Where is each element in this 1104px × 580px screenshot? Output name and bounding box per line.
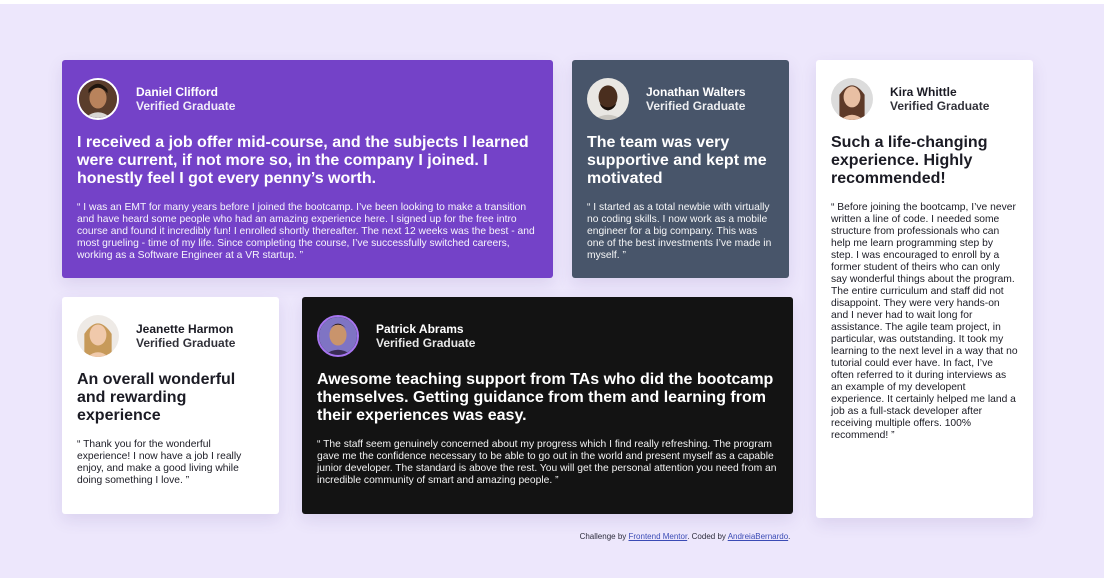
avatar-jonathan (587, 78, 629, 120)
avatar-daniel-image (79, 80, 117, 118)
author-name: Patrick Abrams (376, 322, 464, 336)
testimonial-card-jeanette: Jeanette Harmon Verified Graduate An ove… (62, 297, 279, 514)
testimonial-headline: The team was very supportive and kept me… (587, 134, 767, 187)
testimonial-headline: Awesome teaching support from TAs who di… (317, 371, 774, 424)
author-name: Jeanette Harmon (136, 322, 234, 336)
attribution: Challenge by Frontend Mentor. Coded by A… (0, 532, 1104, 541)
testimonial-card-jonathan: Jonathan Walters Verified Graduate The t… (572, 60, 789, 278)
testimonial-card-kira: Kira Whittle Verified Graduate Such a li… (816, 60, 1033, 518)
avatar-jeanette-image (77, 315, 119, 357)
top-edge (0, 0, 1104, 4)
author-name: Daniel Clifford (136, 85, 219, 99)
author-info: Jeanette Harmon Verified Graduate (136, 322, 235, 350)
testimonial-quote: “ Thank you for the wonderful experience… (77, 439, 242, 486)
card-header: Patrick Abrams Verified Graduate (317, 313, 778, 359)
avatar-kira-image (831, 78, 873, 120)
frontend-mentor-link[interactable]: Frontend Mentor (629, 532, 688, 541)
card-header: Jeanette Harmon Verified Graduate (77, 313, 264, 359)
author-info: Patrick Abrams Verified Graduate (376, 322, 475, 350)
author-role: Verified Graduate (136, 336, 236, 350)
attribution-middle: . Coded by (687, 532, 728, 541)
testimonial-headline: Such a life-changing experience. Highly … (831, 134, 988, 187)
author-info: Jonathan Walters Verified Graduate (646, 85, 746, 113)
author-role: Verified Graduate (646, 99, 746, 113)
testimonial-headline: I received a job offer mid-course, and t… (77, 134, 529, 187)
avatar-jeanette (77, 315, 119, 357)
author-role: Verified Graduate (376, 336, 476, 350)
avatar-daniel (77, 78, 119, 120)
author-role: Verified Graduate (136, 99, 236, 113)
testimonial-quote: “ I started as a total newbie with virtu… (587, 202, 772, 261)
testimonial-card-daniel: Daniel Clifford Verified Graduate I rece… (62, 60, 553, 278)
card-header: Jonathan Walters Verified Graduate (587, 76, 774, 122)
author-role: Verified Graduate (890, 99, 990, 113)
author-info: Daniel Clifford Verified Graduate (136, 85, 235, 113)
avatar-patrick (317, 315, 359, 357)
author-link[interactable]: AndreiaBernardo (728, 532, 788, 541)
author-name: Jonathan Walters (646, 85, 746, 99)
avatar-kira (831, 78, 873, 120)
card-header: Kira Whittle Verified Graduate (831, 76, 1018, 122)
author-info: Kira Whittle Verified Graduate (890, 85, 989, 113)
testimonial-quote: “ Before joining the bootcamp, I’ve neve… (831, 202, 1018, 441)
attribution-prefix: Challenge by (579, 532, 629, 541)
testimonial-quote: “ I was an EMT for many years before I j… (77, 202, 535, 261)
attribution-suffix: . (788, 532, 791, 541)
testimonial-card-patrick: Patrick Abrams Verified Graduate Awesome… (302, 297, 793, 514)
avatar-patrick-image (319, 317, 357, 355)
card-header: Daniel Clifford Verified Graduate (77, 76, 538, 122)
avatar-jonathan-image (587, 78, 629, 120)
testimonial-headline: An overall wonderful and rewarding exper… (77, 371, 236, 424)
author-name: Kira Whittle (890, 85, 957, 99)
testimonial-quote: “ The staff seem genuinely concerned abo… (317, 439, 777, 486)
